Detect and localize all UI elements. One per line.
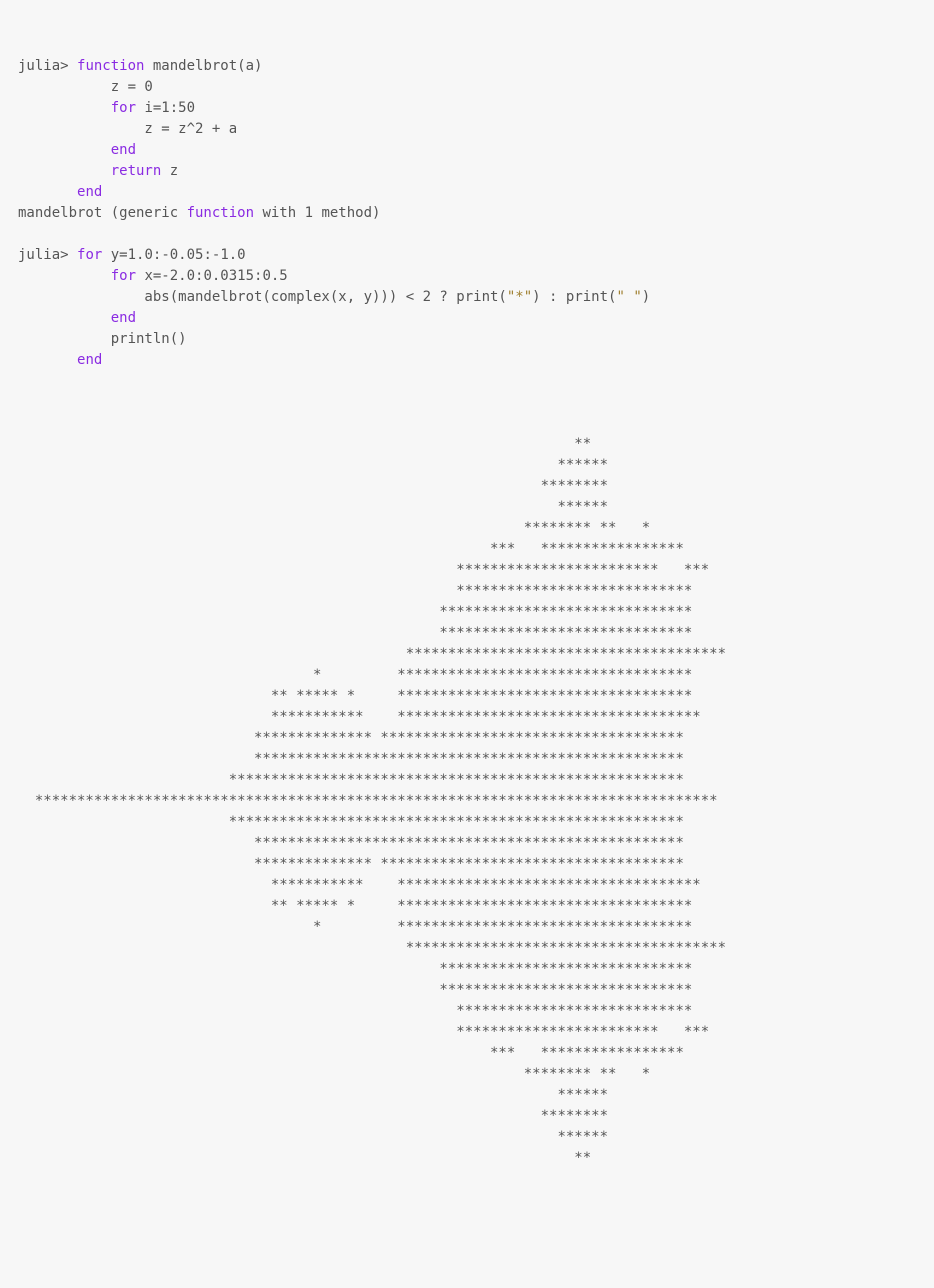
abs-call-c: ) (642, 289, 650, 305)
abs-call-a: abs(mandelbrot(complex(x, y))) < 2 ? pri… (18, 289, 507, 305)
keyword-function: function (77, 58, 144, 74)
keyword-for: for (111, 100, 136, 116)
fn-sig: mandelbrot(a) (144, 58, 262, 74)
string-literal: "*" (507, 289, 532, 305)
keyword-for: for (77, 247, 102, 263)
string-literal: " " (616, 289, 641, 305)
def-output-b: with 1 method) (254, 205, 380, 221)
def-output-a: mandelbrot (generic (18, 205, 187, 221)
keyword-function: function (187, 205, 254, 221)
for-range: i=1:50 (136, 100, 195, 116)
keyword-end: end (77, 352, 102, 368)
mandelbrot-output: ** ****** ******** (18, 373, 726, 1208)
abs-call-b: ) : print( (532, 289, 616, 305)
for-range: x=-2.0:0.0315:0.5 (136, 268, 288, 284)
code-line: println() (18, 331, 187, 347)
repl-prompt: julia> (18, 58, 69, 74)
return-expr: z (161, 163, 178, 179)
for-range: y=1.0:-0.05:-1.0 (102, 247, 245, 263)
keyword-return: return (111, 163, 162, 179)
repl-prompt: julia> (18, 247, 69, 263)
keyword-end: end (111, 310, 136, 326)
code-line: z = 0 (18, 79, 153, 95)
code-block: julia> function mandelbrot(a) z = 0 for … (18, 56, 916, 1211)
keyword-for: for (111, 268, 136, 284)
code-line: z = z^2 + a (18, 121, 237, 137)
keyword-end: end (77, 184, 102, 200)
keyword-end: end (111, 142, 136, 158)
